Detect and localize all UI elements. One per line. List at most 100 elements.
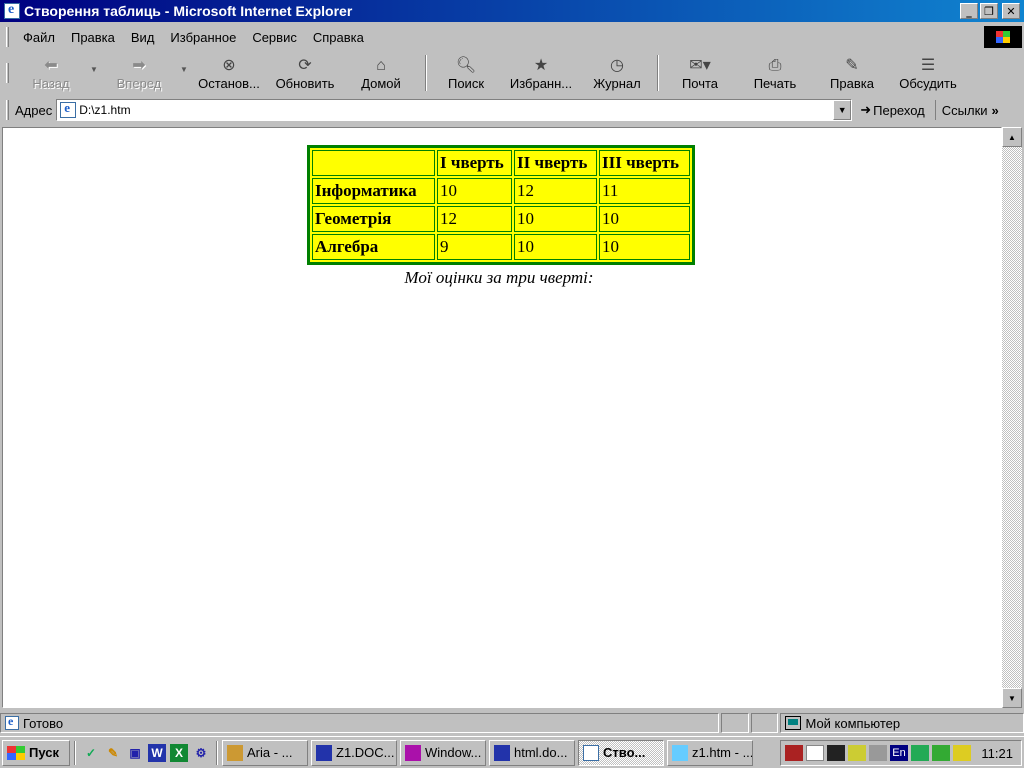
back-button[interactable]: ⬅ Назад [15, 52, 87, 94]
quicklaunch-settings-icon[interactable]: ⚙ [192, 744, 210, 762]
table-row: Інформатика 10 12 11 [312, 178, 690, 204]
tray-tool-icon[interactable] [848, 745, 866, 761]
tray-printer-icon[interactable] [932, 745, 950, 761]
ie-icon [583, 744, 599, 761]
go-button[interactable]: ➜ Переход [860, 102, 925, 118]
ie-app-icon[interactable] [4, 2, 20, 19]
printer-icon: ⎙ [768, 56, 782, 74]
start-button[interactable]: Пуск [2, 739, 70, 766]
table-cell: 9 [437, 234, 512, 260]
address-box[interactable]: ▼ [56, 99, 853, 121]
menu-favorites[interactable]: Избранное [162, 30, 244, 45]
links-label: Ссылки [941, 102, 988, 118]
menu-file[interactable]: Файл [15, 30, 63, 45]
links-button[interactable]: Ссылки » [934, 100, 999, 120]
volume-icon[interactable] [869, 745, 887, 761]
menu-view[interactable]: Вид [123, 30, 163, 45]
menu-tools[interactable]: Сервис [244, 30, 305, 45]
tray-monitor-icon[interactable] [827, 745, 845, 761]
task-button-ie-active[interactable]: Ство... [578, 739, 664, 766]
close-button[interactable]: ✕ [1002, 3, 1020, 19]
forward-button[interactable]: ➡ Вперед [101, 52, 177, 94]
back-arrow-icon: ⬅ [44, 56, 58, 74]
address-input[interactable] [79, 103, 820, 117]
edit-label: Правка [830, 75, 874, 91]
task-button-notepad[interactable]: z1.htm - ... [667, 739, 753, 766]
clock[interactable]: 11:21 [981, 746, 1013, 761]
quicklaunch-pen-icon[interactable]: ✎ [104, 744, 122, 762]
status-text: Готово [23, 715, 64, 731]
quicklaunch-excel-icon[interactable]: X [170, 743, 188, 762]
stop-button[interactable]: ⊗ Останов... [191, 52, 267, 94]
tray-network-icon[interactable] [806, 745, 824, 761]
home-button[interactable]: ⌂ Домой [343, 52, 419, 94]
row-header-cell: Алгебра [312, 234, 435, 260]
tray-bug-icon[interactable] [785, 745, 803, 761]
address-dropdown-icon[interactable]: ▼ [833, 100, 852, 120]
task-label: Aria - ... [247, 745, 293, 760]
table-cell: 10 [437, 178, 512, 204]
tray-filter-icon[interactable] [953, 745, 971, 761]
addressbar-grip[interactable] [6, 100, 9, 120]
quicklaunch-word-icon[interactable]: W [148, 743, 166, 762]
zone-panel: Мой компьютер [780, 713, 1024, 733]
discuss-label: Обсудить [899, 75, 957, 91]
toolbar-grip[interactable] [6, 63, 9, 83]
language-indicator[interactable]: En [890, 745, 908, 761]
header-cell: ІІ чверть [514, 150, 597, 176]
notepad-icon [672, 744, 688, 761]
table-row: Алгебра 9 10 10 [312, 234, 690, 260]
status-panel-empty [750, 713, 779, 733]
toolbar-separator [657, 55, 659, 91]
task-button-aria[interactable]: Aria - ... [222, 739, 308, 766]
task-label: html.do... [514, 745, 568, 760]
system-tray: En 11:21 [780, 740, 1022, 766]
taskbar: Пуск ✓ ✎ ▣ W X ⚙ Aria - ... Z1.DOC... Wi… [0, 736, 1024, 768]
go-label: Переход [873, 102, 925, 118]
history-button[interactable]: ◷ Журнал [583, 52, 651, 94]
quicklaunch-floppy-icon[interactable]: ▣ [126, 744, 144, 762]
refresh-button[interactable]: ⟳ Обновить [267, 52, 343, 94]
forward-label: Вперед [116, 75, 162, 91]
menu-help[interactable]: Справка [305, 30, 372, 45]
scroll-down-icon[interactable]: ▼ [1002, 688, 1022, 708]
favorites-icon: ★ [533, 56, 549, 74]
menu-edit[interactable]: Правка [63, 30, 123, 45]
favorites-label: Избранн... [509, 75, 573, 91]
favorites-button[interactable]: ★ Избранн... [499, 52, 583, 94]
word-icon [316, 744, 332, 761]
task-button-z1-doc[interactable]: Z1.DOC... [311, 739, 397, 766]
forward-dropdown-icon[interactable]: ▼ [177, 65, 191, 74]
address-label: Адрес [15, 102, 53, 118]
vertical-scrollbar[interactable]: ▲ ▼ [1002, 127, 1022, 708]
edit-button[interactable]: ✎ Правка [815, 52, 889, 94]
print-button[interactable]: ⎙ Печать [735, 52, 815, 94]
table-header-row: І чверть ІІ чверть ІІІ чверть [312, 150, 690, 176]
grades-table: І чверть ІІ чверть ІІІ чверть Інформатик… [307, 145, 695, 265]
task-button-html-doc[interactable]: html.do... [489, 739, 575, 766]
search-button[interactable]: 🔍︎ Поиск [433, 52, 499, 94]
status-text-panel: Готово [0, 713, 719, 733]
task-label: Window... [425, 745, 482, 760]
scroll-up-icon[interactable]: ▲ [1002, 127, 1022, 147]
quicklaunch-outlook-icon[interactable]: ✓ [82, 744, 100, 762]
computer-icon [785, 716, 802, 730]
tray-app-icon[interactable] [911, 745, 929, 761]
word-icon [494, 744, 510, 761]
task-label: Z1.DOC... [336, 745, 395, 760]
menubar-grip[interactable] [6, 27, 9, 47]
task-button-windows[interactable]: Window... [400, 739, 486, 766]
header-cell: І чверть [437, 150, 512, 176]
zone-text: Мой компьютер [805, 715, 901, 731]
restore-button[interactable]: ❐ [980, 3, 998, 19]
discuss-button[interactable]: ☰ Обсудить [889, 52, 967, 94]
row-header-cell: Геометрія [312, 206, 435, 232]
mail-button[interactable]: ✉▾ Почта [665, 52, 735, 94]
home-icon: ⌂ [376, 56, 386, 74]
header-cell: ІІІ чверть [599, 150, 690, 176]
back-dropdown-icon[interactable]: ▼ [87, 65, 101, 74]
chevron-right-icon: » [991, 102, 999, 118]
minimize-button[interactable]: _ [960, 3, 978, 19]
stop-label: Останов... [198, 75, 260, 91]
floppy-icon [405, 744, 421, 761]
